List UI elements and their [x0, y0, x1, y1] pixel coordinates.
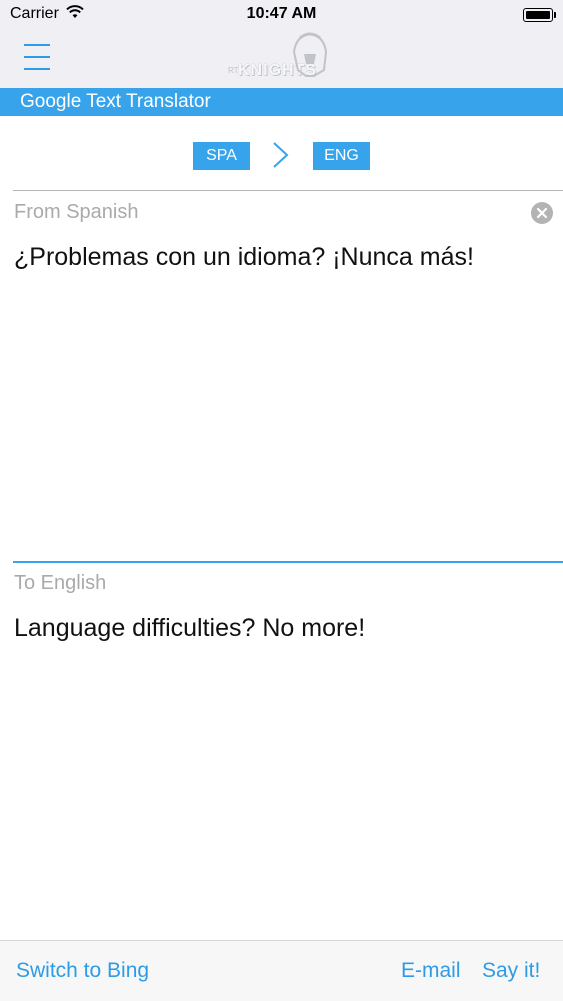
- app-title: Google Text Translator: [20, 91, 211, 112]
- source-label: From Spanish: [14, 201, 139, 223]
- clock: 10:47 AM: [246, 5, 317, 22]
- target-language-button[interactable]: ENG: [313, 142, 370, 170]
- logo-subtext: RT: [228, 66, 239, 75]
- translation-output: Language difficulties? No more!: [14, 614, 366, 642]
- navigation-bar: RT KNIGHTS: [0, 30, 563, 88]
- divider: [13, 561, 563, 563]
- knights-logo: RT KNIGHTS: [228, 30, 334, 86]
- menu-button[interactable]: [20, 40, 54, 74]
- clear-button[interactable]: [531, 202, 553, 224]
- close-icon: [536, 207, 548, 219]
- say-it-button[interactable]: Say it!: [482, 959, 540, 983]
- status-bar: Carrier 10:47 AM: [0, 0, 563, 30]
- source-text-input[interactable]: ¿Problemas con un idioma? ¡Nunca más!: [14, 240, 549, 540]
- app-title-bar: Google Text Translator: [0, 88, 563, 116]
- chevron-right-icon[interactable]: [270, 140, 292, 175]
- helmet-icon: [292, 32, 328, 77]
- switch-to-bing-button[interactable]: Switch to Bing: [16, 959, 149, 983]
- email-button[interactable]: E-mail: [401, 959, 461, 983]
- source-language-button[interactable]: SPA: [193, 142, 250, 170]
- divider: [13, 190, 563, 191]
- target-label: To English: [14, 572, 107, 594]
- battery-icon: [523, 8, 556, 22]
- language-selector: SPA ENG: [0, 116, 563, 190]
- bottom-toolbar: Switch to Bing E-mail Say it!: [0, 940, 563, 1001]
- hamburger-icon: [24, 44, 50, 46]
